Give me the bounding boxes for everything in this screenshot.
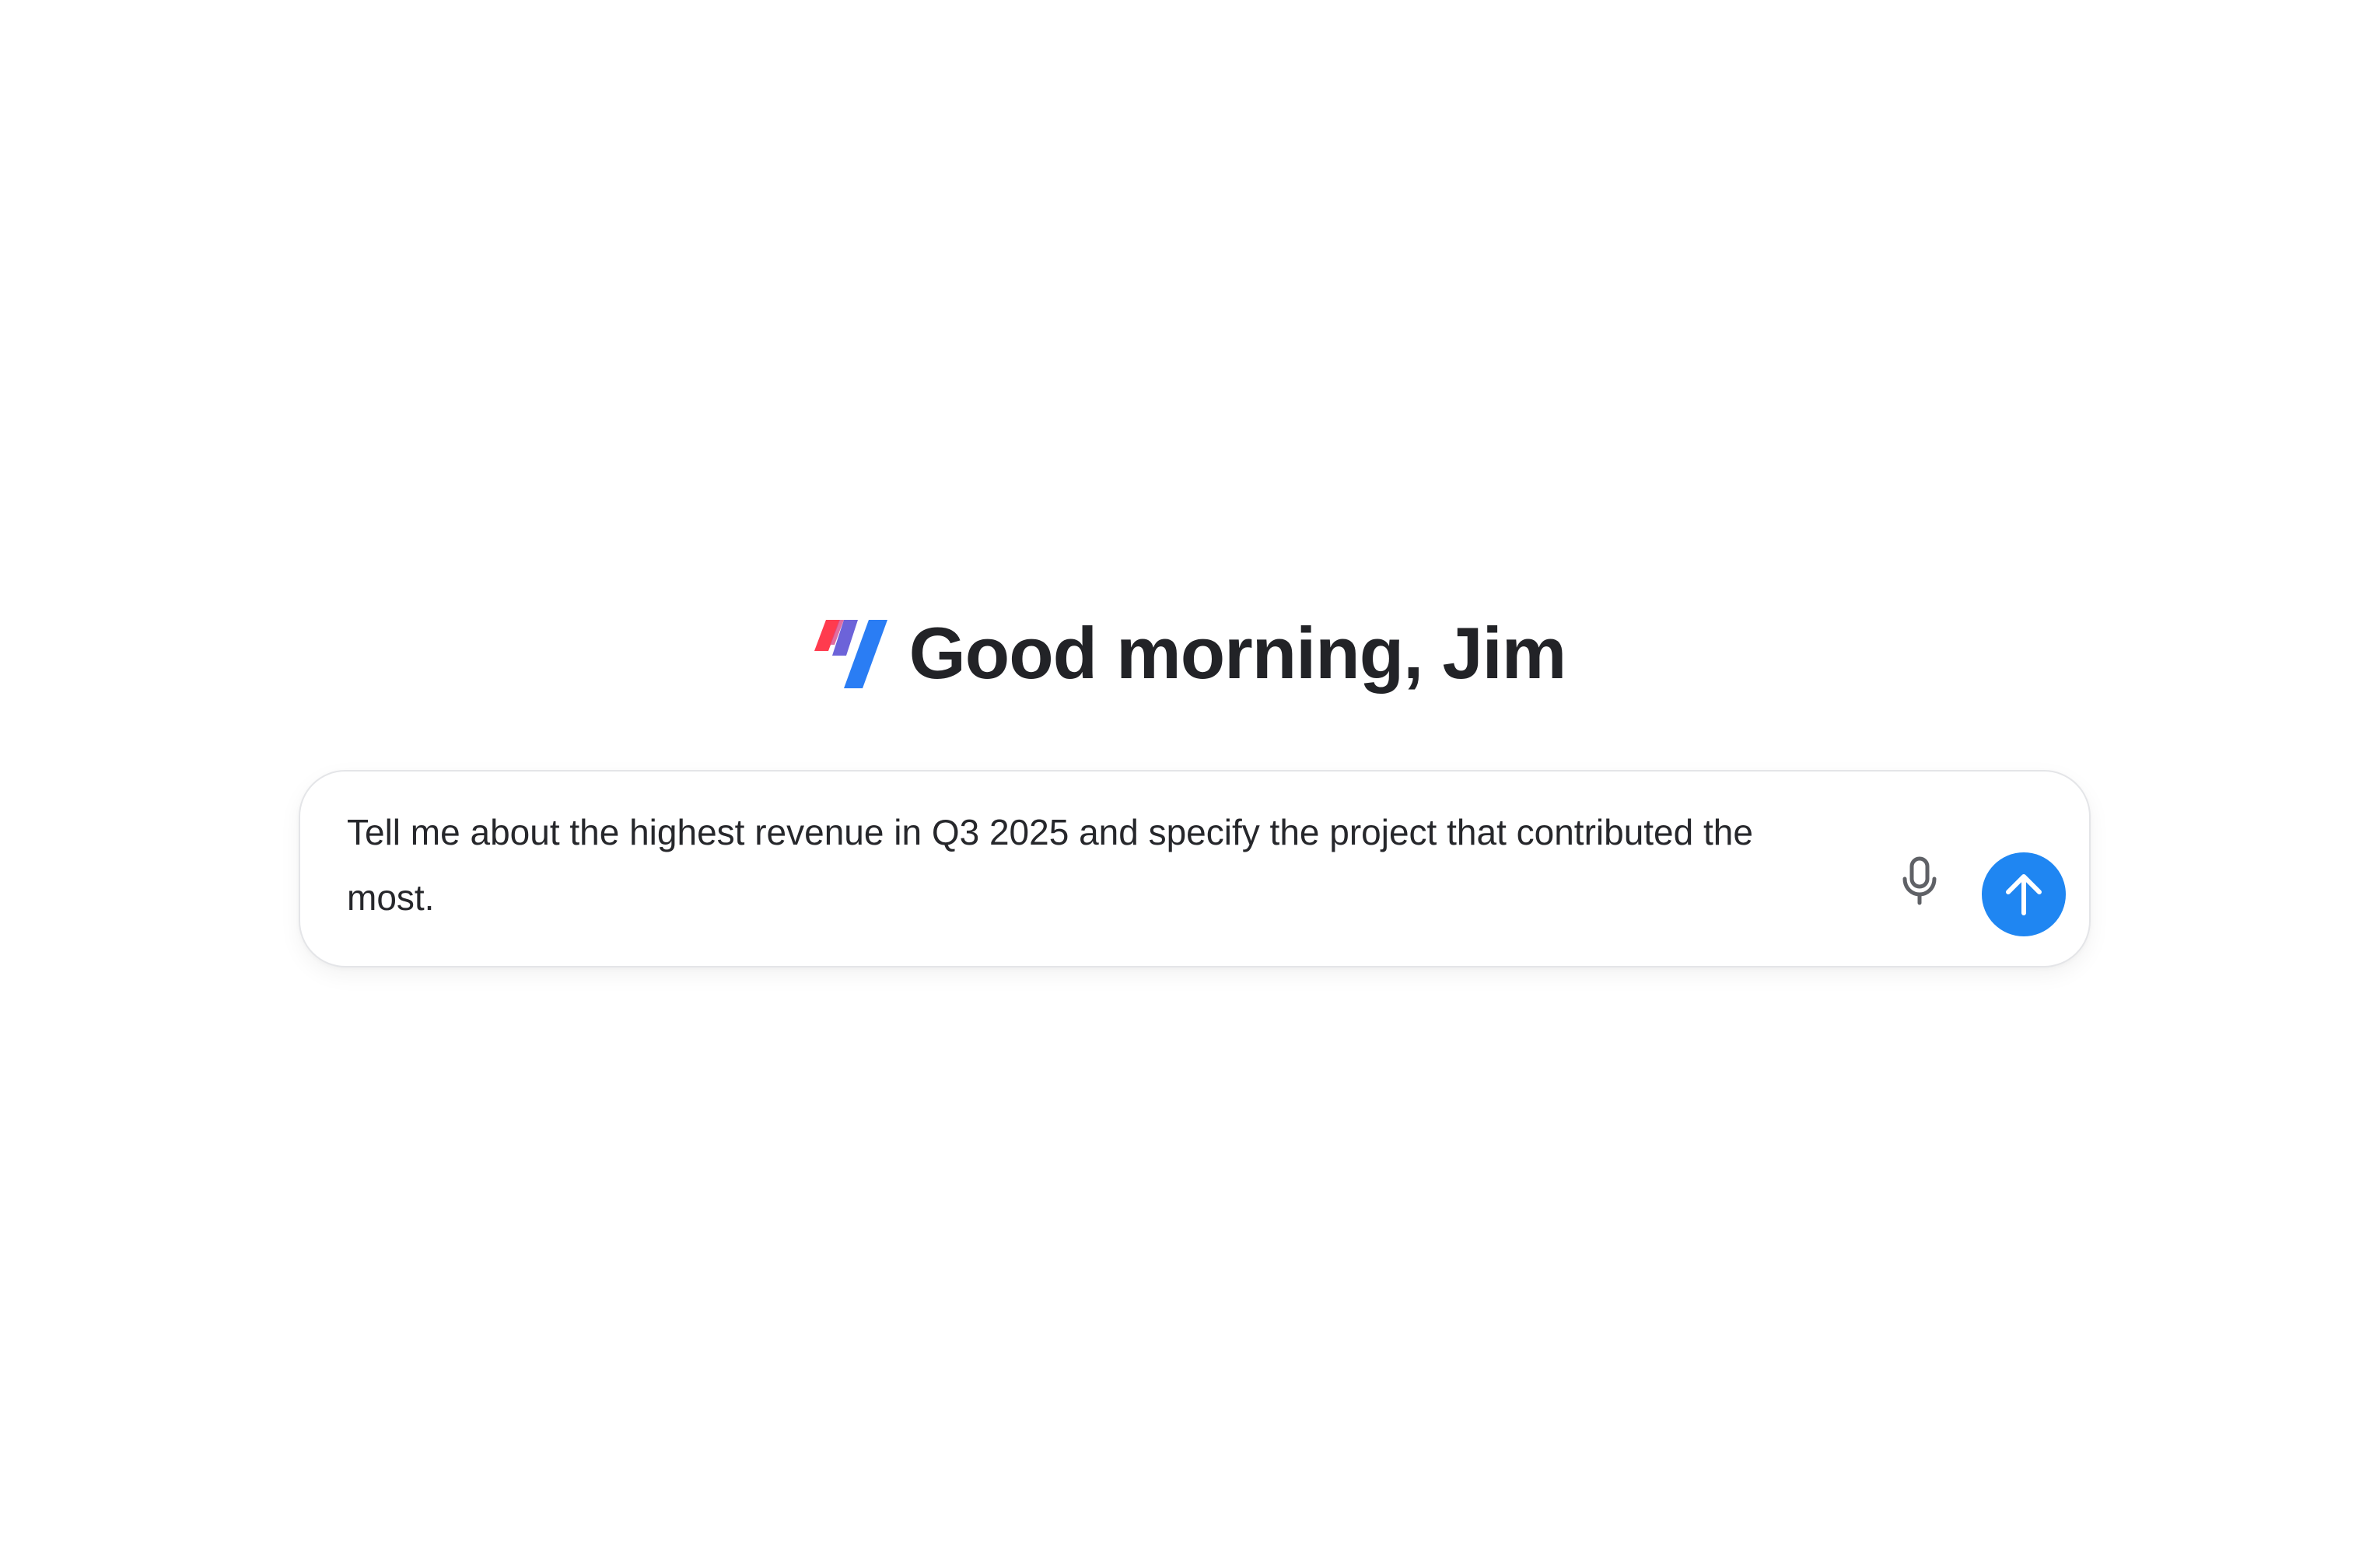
brand-logo-icon xyxy=(814,620,887,688)
microphone-button[interactable] xyxy=(1896,855,1943,905)
send-button[interactable] xyxy=(1982,852,2066,936)
home-page: Good morning, Jim Tell me about the high… xyxy=(0,0,2380,1557)
prompt-composer: Tell me about the highest revenue in Q3 … xyxy=(299,770,2091,967)
greeting-header: Good morning, Jim xyxy=(0,604,2380,703)
greeting-text: Good morning, Jim xyxy=(908,612,1567,694)
microphone-icon xyxy=(1902,856,1937,905)
arrow-up-icon xyxy=(2006,874,2042,915)
prompt-input[interactable]: Tell me about the highest revenue in Q3 … xyxy=(347,799,1762,930)
